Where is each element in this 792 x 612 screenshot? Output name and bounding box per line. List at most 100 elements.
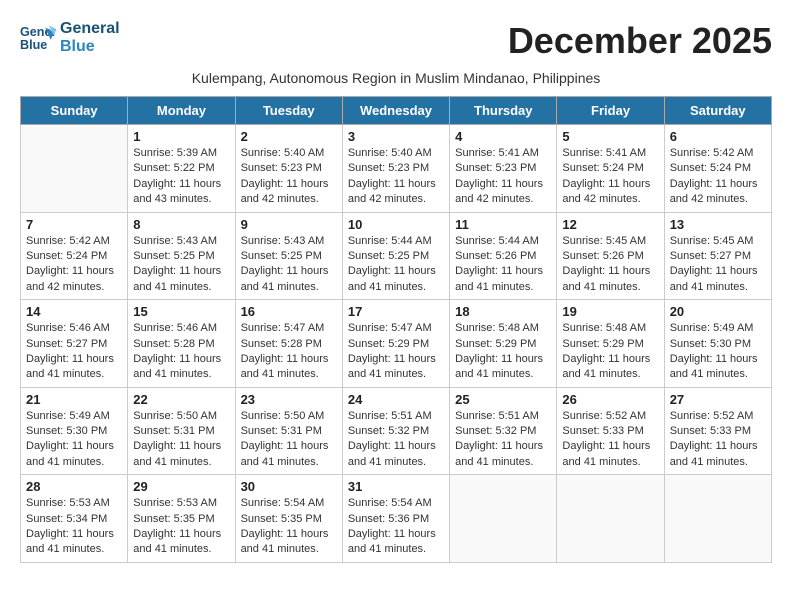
daylight-text: Daylight: 11 hours and 41 minutes. (562, 352, 658, 383)
sunrise-text: Sunrise: 5:42 AM (670, 146, 766, 161)
sunrise-text: Sunrise: 5:42 AM (26, 234, 122, 249)
sunset-text: Sunset: 5:23 PM (241, 161, 337, 176)
sunrise-text: Sunrise: 5:52 AM (562, 409, 658, 424)
sunset-text: Sunset: 5:29 PM (562, 337, 658, 352)
day-number: 15 (133, 304, 229, 319)
day-info: Sunrise: 5:52 AMSunset: 5:33 PMDaylight:… (562, 409, 658, 471)
day-number: 2 (241, 129, 337, 144)
calendar-cell: 6Sunrise: 5:42 AMSunset: 5:24 PMDaylight… (664, 125, 771, 213)
sunset-text: Sunset: 5:25 PM (133, 249, 229, 264)
day-info: Sunrise: 5:46 AMSunset: 5:27 PMDaylight:… (26, 321, 122, 383)
day-info: Sunrise: 5:44 AMSunset: 5:25 PMDaylight:… (348, 234, 444, 296)
calendar-cell (664, 475, 771, 563)
daylight-text: Daylight: 11 hours and 41 minutes. (133, 527, 229, 558)
day-info: Sunrise: 5:54 AMSunset: 5:36 PMDaylight:… (348, 496, 444, 558)
sunset-text: Sunset: 5:28 PM (241, 337, 337, 352)
calendar-cell (21, 125, 128, 213)
calendar-cell: 10 Sunrise: 5:44 AMSunset: 5:25 PMDayligh… (342, 212, 449, 300)
calendar-cell: 28Sunrise: 5:53 AMSunset: 5:34 PMDayligh… (21, 475, 128, 563)
day-number: 30 (241, 479, 337, 494)
logo: General Blue General Blue (20, 20, 120, 56)
calendar-cell: 25Sunrise: 5:51 AMSunset: 5:32 PMDayligh… (450, 387, 557, 475)
sunset-text: Sunset: 5:27 PM (670, 249, 766, 264)
calendar-cell: 22Sunrise: 5:50 AMSunset: 5:31 PMDayligh… (128, 387, 235, 475)
day-number: 3 (348, 129, 444, 144)
daylight-text: Daylight: 11 hours and 41 minutes. (348, 352, 444, 383)
day-info: Sunrise: 5:53 AMSunset: 5:35 PMDaylight:… (133, 496, 229, 558)
day-number: 6 (670, 129, 766, 144)
day-number: 19 (562, 304, 658, 319)
day-number: 12 (562, 217, 658, 232)
calendar-cell: 14Sunrise: 5:46 AMSunset: 5:27 PMDayligh… (21, 300, 128, 388)
daylight-text: Daylight: 11 hours and 41 minutes. (348, 264, 444, 295)
daylight-text: Daylight: 11 hours and 41 minutes. (133, 352, 229, 383)
sunrise-text: Sunrise: 5:53 AM (133, 496, 229, 511)
weekday-header-friday: Friday (557, 97, 664, 125)
weekday-header-thursday: Thursday (450, 97, 557, 125)
sunrise-text: Sunrise: 5:47 AM (348, 321, 444, 336)
day-info: Sunrise: 5:47 AMSunset: 5:28 PMDaylight:… (241, 321, 337, 383)
sunset-text: Sunset: 5:24 PM (26, 249, 122, 264)
daylight-text: Daylight: 11 hours and 41 minutes. (133, 264, 229, 295)
sunrise-text: Sunrise: 5:39 AM (133, 146, 229, 161)
day-number: 22 (133, 392, 229, 407)
day-number: 16 (241, 304, 337, 319)
calendar-cell: 7Sunrise: 5:42 AMSunset: 5:24 PMDaylight… (21, 212, 128, 300)
day-number: 17 (348, 304, 444, 319)
calendar-cell: 21Sunrise: 5:49 AMSunset: 5:30 PMDayligh… (21, 387, 128, 475)
calendar-cell: 1 Sunrise: 5:39 AMSunset: 5:22 PMDaylight… (128, 125, 235, 213)
day-number: 1 (133, 129, 229, 144)
daylight-text: Daylight: 11 hours and 41 minutes. (26, 527, 122, 558)
day-info: Sunrise: 5:48 AMSunset: 5:29 PMDaylight:… (455, 321, 551, 383)
day-number: 13 (670, 217, 766, 232)
calendar-cell: 26 Sunrise: 5:52 AMSunset: 5:33 PMDayligh… (557, 387, 664, 475)
calendar-cell: 17 Sunrise: 5:47 AMSunset: 5:29 PMDayligh… (342, 300, 449, 388)
day-number: 9 (241, 217, 337, 232)
sunrise-text: Sunrise: 5:48 AM (455, 321, 551, 336)
sunset-text: Sunset: 5:24 PM (562, 161, 658, 176)
daylight-text: Daylight: 11 hours and 43 minutes. (133, 177, 229, 208)
day-number: 27 (670, 392, 766, 407)
day-number: 23 (241, 392, 337, 407)
day-info: Sunrise: 5:43 AMSunset: 5:25 PMDaylight:… (241, 234, 337, 296)
day-number: 29 (133, 479, 229, 494)
day-number: 11 (455, 217, 551, 232)
sunset-text: Sunset: 5:32 PM (455, 424, 551, 439)
sunrise-text: Sunrise: 5:43 AM (241, 234, 337, 249)
day-number: 10 (348, 217, 444, 232)
day-info: Sunrise: 5:41 AMSunset: 5:24 PMDaylight:… (562, 146, 658, 208)
sunset-text: Sunset: 5:29 PM (348, 337, 444, 352)
sunset-text: Sunset: 5:35 PM (133, 512, 229, 527)
weekday-header-saturday: Saturday (664, 97, 771, 125)
logo-line1: General (60, 20, 120, 38)
sunset-text: Sunset: 5:34 PM (26, 512, 122, 527)
calendar-cell: 11 Sunrise: 5:44 AMSunset: 5:26 PMDayligh… (450, 212, 557, 300)
daylight-text: Daylight: 11 hours and 41 minutes. (133, 439, 229, 470)
sunrise-text: Sunrise: 5:53 AM (26, 496, 122, 511)
svg-text:Blue: Blue (20, 38, 47, 52)
sunrise-text: Sunrise: 5:44 AM (455, 234, 551, 249)
day-info: Sunrise: 5:44 AMSunset: 5:26 PMDaylight:… (455, 234, 551, 296)
day-number: 20 (670, 304, 766, 319)
sunrise-text: Sunrise: 5:49 AM (26, 409, 122, 424)
day-number: 18 (455, 304, 551, 319)
calendar-cell: 13Sunrise: 5:45 AMSunset: 5:27 PMDayligh… (664, 212, 771, 300)
calendar-cell: 29 Sunrise: 5:53 AMSunset: 5:35 PMDayligh… (128, 475, 235, 563)
day-info: Sunrise: 5:39 AMSunset: 5:22 PMDaylight:… (133, 146, 229, 208)
day-info: Sunrise: 5:40 AMSunset: 5:23 PMDaylight:… (241, 146, 337, 208)
day-number: 26 (562, 392, 658, 407)
sunset-text: Sunset: 5:23 PM (455, 161, 551, 176)
daylight-text: Daylight: 11 hours and 42 minutes. (26, 264, 122, 295)
sunset-text: Sunset: 5:30 PM (26, 424, 122, 439)
sunset-text: Sunset: 5:25 PM (348, 249, 444, 264)
calendar-cell: 8Sunrise: 5:43 AMSunset: 5:25 PMDaylight… (128, 212, 235, 300)
daylight-text: Daylight: 11 hours and 41 minutes. (26, 439, 122, 470)
calendar-cell: 15Sunrise: 5:46 AMSunset: 5:28 PMDayligh… (128, 300, 235, 388)
calendar-cell: 9 Sunrise: 5:43 AMSunset: 5:25 PMDaylight… (235, 212, 342, 300)
daylight-text: Daylight: 11 hours and 41 minutes. (670, 439, 766, 470)
sunrise-text: Sunrise: 5:41 AM (455, 146, 551, 161)
day-info: Sunrise: 5:53 AMSunset: 5:34 PMDaylight:… (26, 496, 122, 558)
calendar-cell: 2 Sunrise: 5:40 AMSunset: 5:23 PMDaylight… (235, 125, 342, 213)
daylight-text: Daylight: 11 hours and 42 minutes. (670, 177, 766, 208)
sunset-text: Sunset: 5:26 PM (562, 249, 658, 264)
